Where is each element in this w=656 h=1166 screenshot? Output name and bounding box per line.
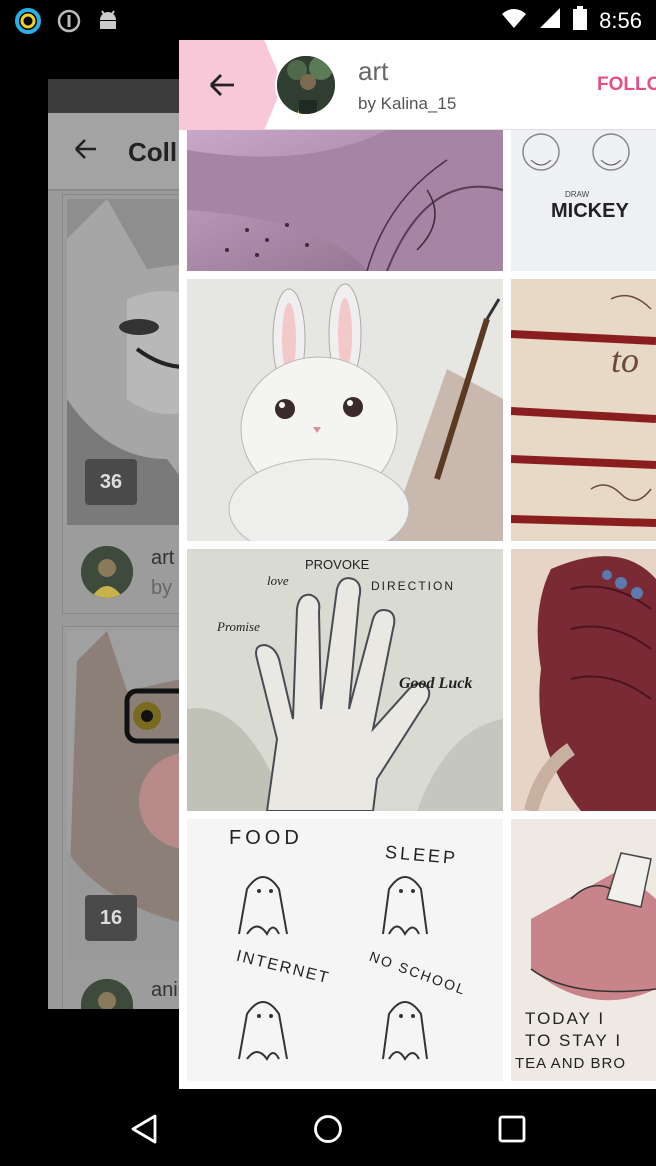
- status-bar: 8:56: [0, 0, 656, 40]
- clock: 8:56: [599, 8, 642, 33]
- hand-word: love: [267, 573, 289, 588]
- collection-count-badge: 16: [85, 895, 137, 941]
- girl-hair-drawing-image: [511, 549, 656, 811]
- square-recents-icon: [498, 1115, 526, 1143]
- nav-home-button[interactable]: [308, 1109, 348, 1149]
- lily-sketch-image: [187, 130, 503, 271]
- background-avatar: [81, 546, 133, 598]
- navigation-bar: [0, 1089, 656, 1166]
- hand-word: DIRECTION: [371, 579, 455, 593]
- bunny-drawing-image: [187, 279, 503, 541]
- wifi-icon: [501, 7, 527, 35]
- collection-count-badge: 36: [85, 459, 137, 505]
- background-title: Coll: [128, 137, 178, 167]
- hand-word: PROVOKE: [305, 557, 370, 572]
- background-card-name: ani: [151, 979, 178, 1001]
- author-avatar[interactable]: [275, 54, 337, 116]
- circle-home-icon: [314, 1115, 342, 1143]
- back-button[interactable]: [179, 40, 283, 130]
- mickey-small-label: DRAW: [565, 190, 590, 199]
- pencils-script-text: to: [611, 340, 640, 380]
- battery-icon: [573, 6, 588, 36]
- arrow-left-icon: [210, 74, 234, 96]
- android-icon: [96, 8, 120, 39]
- ghost-word: FOOD: [229, 827, 303, 849]
- collection-header: art by Kalina_15 FOLLO: [179, 40, 656, 130]
- background-card-name: art: [151, 547, 175, 569]
- screen: 8:56 Coll 36 art by 16 ani art by Kalina…: [0, 0, 656, 1166]
- background-back-icon: [72, 135, 100, 171]
- hand-word: Good Luck: [399, 675, 473, 692]
- bed-word: TEA AND BRO: [515, 1055, 627, 1072]
- pencils-drawing-image: [511, 279, 656, 541]
- image-tile[interactable]: [187, 279, 503, 541]
- collection-author[interactable]: by Kalina_15: [358, 94, 456, 114]
- nav-back-button[interactable]: [124, 1109, 164, 1149]
- image-tile[interactable]: FOOD SLEEP INTERNET NO SCHOOL: [187, 819, 503, 1081]
- background-avatar: [81, 979, 133, 1009]
- triangle-back-icon: [131, 1114, 157, 1144]
- image-tile[interactable]: [187, 130, 503, 271]
- mickey-label: MICKEY: [551, 200, 629, 222]
- signal-icon: [539, 7, 561, 35]
- image-grid: DRAW MICKEY to PROVOKE love DIRECTION Pr…: [179, 130, 656, 1089]
- collection-panel: art by Kalina_15 FOLLO DRAW MICKEY to PR…: [179, 40, 656, 1089]
- collection-title: art: [358, 56, 389, 86]
- hand-word: Promise: [217, 619, 260, 634]
- info-icon: [56, 8, 82, 39]
- image-tile[interactable]: DRAW MICKEY: [511, 130, 656, 271]
- nav-recents-button[interactable]: [492, 1109, 532, 1149]
- circle-app-icon: [14, 7, 42, 40]
- image-tile[interactable]: PROVOKE love DIRECTION Promise Good Luck: [187, 549, 503, 811]
- image-tile[interactable]: to: [511, 279, 656, 541]
- background-card-by: by: [151, 577, 173, 599]
- bed-word: TO STAY I: [525, 1031, 623, 1050]
- follow-button[interactable]: FOLLO: [597, 74, 656, 96]
- image-tile[interactable]: [511, 549, 656, 811]
- bed-word: TODAY I: [525, 1009, 606, 1028]
- image-tile[interactable]: TODAY I TO STAY I TEA AND BRO: [511, 819, 656, 1081]
